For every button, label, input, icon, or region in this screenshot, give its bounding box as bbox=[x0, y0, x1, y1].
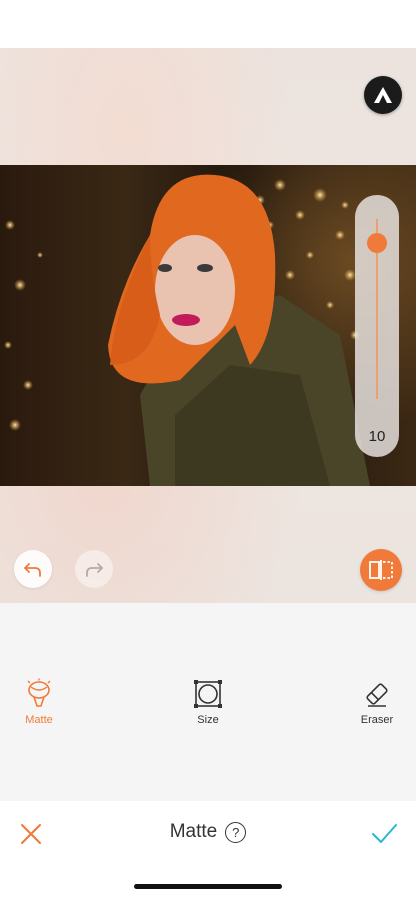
redo-button[interactable] bbox=[75, 550, 113, 588]
tool-size[interactable]: Size bbox=[168, 678, 248, 726]
edited-photo[interactable] bbox=[0, 165, 416, 486]
tool-matte-label: Matte bbox=[25, 714, 53, 726]
undo-arrow-icon bbox=[24, 563, 41, 577]
size-frame-icon bbox=[194, 680, 222, 708]
help-icon[interactable]: ? bbox=[225, 821, 247, 843]
bottom-bar: Matte ? bbox=[0, 801, 416, 900]
tool-panel: Matte Size Eraser bbox=[0, 603, 416, 801]
matte-brush-icon bbox=[27, 678, 51, 707]
undo-button[interactable] bbox=[14, 550, 52, 588]
slider-value: 10 bbox=[368, 428, 386, 445]
status-bar bbox=[0, 0, 416, 48]
checkmark-icon bbox=[372, 824, 397, 843]
tool-eraser[interactable]: Eraser bbox=[337, 678, 416, 726]
tool-title-text: Matte bbox=[169, 821, 218, 842]
tool-matte[interactable]: Matte bbox=[0, 678, 79, 726]
confirm-button[interactable] bbox=[370, 821, 398, 847]
slider-thumb[interactable] bbox=[367, 233, 387, 253]
eraser-icon bbox=[366, 683, 388, 707]
app-logo-button[interactable] bbox=[364, 76, 402, 114]
tool-title: Matte ? bbox=[0, 821, 416, 843]
airbrush-logo-icon bbox=[374, 87, 392, 103]
compare-button[interactable] bbox=[360, 549, 402, 591]
tool-size-label: Size bbox=[197, 714, 219, 726]
redo-arrow-icon bbox=[86, 563, 103, 577]
home-indicator bbox=[134, 884, 282, 889]
compare-icon bbox=[369, 560, 393, 580]
tool-eraser-label: Eraser bbox=[360, 714, 394, 726]
portrait-image bbox=[4, 174, 370, 486]
intensity-slider[interactable]: 10 bbox=[355, 195, 399, 457]
photo-canvas[interactable]: 10 bbox=[0, 48, 416, 603]
